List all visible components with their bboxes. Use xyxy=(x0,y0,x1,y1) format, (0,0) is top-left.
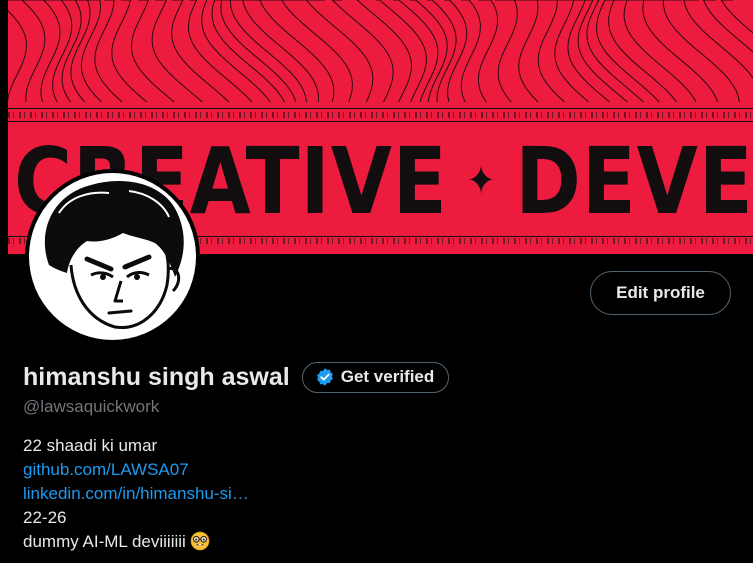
get-verified-button[interactable]: Get verified xyxy=(301,361,450,393)
bio-line: 22 shaadi ki umar xyxy=(23,436,158,455)
profile-name-row: himanshu singh aswal Get verified xyxy=(23,361,450,393)
banner-headline-right: DEVELOPER xyxy=(515,127,753,235)
user-handle: @lawsaquickwork xyxy=(23,397,160,416)
nerd-face-icon xyxy=(190,531,210,558)
bio-line: 22-26 xyxy=(23,508,67,527)
avatar-illustration xyxy=(29,173,196,340)
verified-badge-icon xyxy=(316,368,333,386)
get-verified-label: Get verified xyxy=(340,367,435,386)
bio-line-last: dummy AI-ML deviiiiiii xyxy=(23,530,249,554)
banner-text-strip-top xyxy=(8,112,753,118)
display-name: himanshu singh aswal xyxy=(23,362,290,391)
edit-profile-button[interactable]: Edit profile xyxy=(590,271,731,315)
profile-bio: 22 shaadi ki umar github.com/LAWSA07 lin… xyxy=(23,434,249,554)
avatar[interactable] xyxy=(25,169,200,344)
bio-link-linkedin[interactable]: linkedin.com/in/himanshu-si… xyxy=(23,482,249,506)
bio-line-text: dummy AI-ML deviiiiiii xyxy=(23,532,186,551)
bio-link-github[interactable]: github.com/LAWSA07 xyxy=(23,458,249,482)
sparkle-icon: ✦ xyxy=(466,158,497,204)
banner-wave-pattern xyxy=(8,0,753,103)
